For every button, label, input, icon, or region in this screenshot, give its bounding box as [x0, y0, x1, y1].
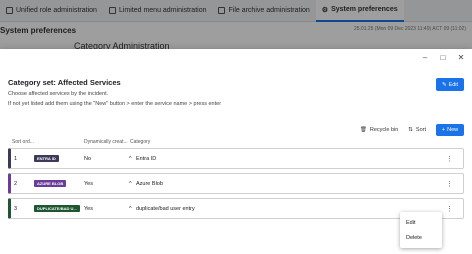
row-category: duplicate/bad user entry: [136, 205, 195, 212]
sort-label: Sort: [415, 127, 426, 133]
pencil-icon: ✎: [441, 81, 447, 88]
list-item[interactable]: 1 ENTRA ID No ^ Entra ID ⋮: [8, 148, 464, 169]
sort-button[interactable]: ⇅ Sort: [408, 127, 426, 133]
row-category: Azure Blob: [136, 180, 163, 187]
dialog-title: Category set: Affected Services: [8, 78, 121, 87]
more-options-icon[interactable]: ⋮: [446, 155, 453, 163]
recycle-bin-label: Recycle bin: [369, 127, 399, 133]
row-order: 1: [14, 155, 18, 162]
column-header-sort-order[interactable]: Sort ord...: [12, 139, 34, 145]
category-badge: DUPLICATE/BAD U...: [34, 205, 80, 212]
chevron-up-icon[interactable]: ^: [129, 181, 132, 187]
category-list: 1 ENTRA ID No ^ Entra ID ⋮ 2 AZURE BLOB …: [8, 148, 464, 223]
context-menu-delete[interactable]: Delete: [400, 230, 442, 245]
window-controls: – □ ✕: [420, 53, 466, 62]
more-options-icon[interactable]: ⋮: [446, 205, 453, 213]
maximize-icon[interactable]: □: [438, 53, 448, 62]
list-toolbar: 🗑 Recycle bin ⇅ Sort + New: [360, 124, 464, 136]
row-order: 3: [14, 205, 18, 212]
trash-icon: 🗑: [359, 127, 367, 133]
new-button-label: New: [447, 127, 459, 133]
dialog-description: Choose affected services by the incident…: [8, 91, 109, 97]
row-dynamic: Yes: [84, 180, 93, 187]
category-badge: ENTRA ID: [34, 155, 59, 162]
row-dynamic: No: [84, 155, 92, 162]
edit-button[interactable]: ✎ Edit: [436, 78, 464, 91]
row-order: 2: [14, 180, 18, 187]
category-badge: AZURE BLOB: [34, 180, 67, 187]
row-category: Entra ID: [136, 155, 157, 162]
more-options-icon[interactable]: ⋮: [446, 180, 453, 188]
chevron-up-icon[interactable]: ^: [129, 206, 132, 212]
sort-icon: ⇅: [408, 127, 413, 133]
row-dynamic: Yes: [84, 205, 93, 212]
column-header-dynamic[interactable]: Dynamically creat...: [84, 139, 128, 145]
list-item[interactable]: 3 DUPLICATE/BAD U... Yes ^ duplicate/bad…: [8, 198, 464, 219]
new-button[interactable]: + New: [436, 124, 464, 136]
recycle-bin-button[interactable]: 🗑 Recycle bin: [360, 127, 398, 133]
minimize-icon[interactable]: –: [420, 53, 430, 62]
edit-button-label: Edit: [448, 81, 459, 88]
chevron-up-icon[interactable]: ^: [129, 156, 132, 162]
list-item[interactable]: 2 AZURE BLOB Yes ^ Azure Blob ⋮: [8, 173, 464, 194]
column-header-category[interactable]: Category: [130, 139, 150, 145]
dialog-hint: If not yet listed add them using the "Ne…: [8, 101, 222, 107]
row-context-menu: Edit Delete: [400, 212, 442, 248]
plus-icon: +: [441, 127, 446, 133]
close-icon[interactable]: ✕: [456, 53, 466, 62]
context-menu-edit[interactable]: Edit: [400, 215, 442, 230]
